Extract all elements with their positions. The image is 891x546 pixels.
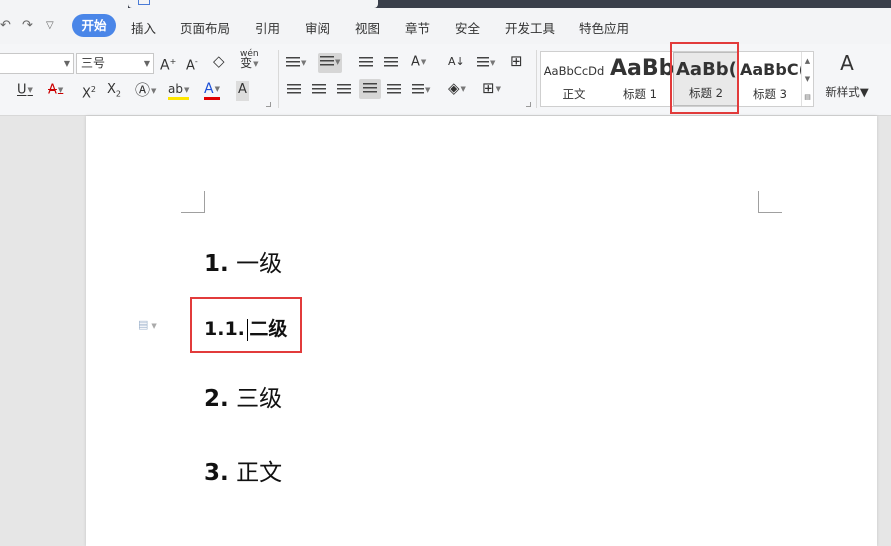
grow-font-icon[interactable]: A+ bbox=[160, 53, 176, 74]
menu-tab-home[interactable]: 开始 bbox=[72, 14, 116, 37]
menu-bar: ↶ ↷ ▽ 开始 插入 页面布局 引用 审阅 视图 章节 安全 开发工具 特色应… bbox=[0, 8, 891, 44]
style-heading-3[interactable]: AaBbC( 标题 3 bbox=[739, 52, 801, 106]
subscript-icon[interactable]: X2 bbox=[107, 81, 121, 101]
gallery-scroller[interactable]: ▲ ▼ ▤ bbox=[801, 52, 813, 106]
menu-tab-references[interactable]: 引用 bbox=[255, 18, 280, 37]
scroll-up-icon[interactable]: ▲ bbox=[802, 52, 813, 70]
style-preview: AaBb bbox=[610, 56, 673, 81]
show-marks-icon[interactable]: ⊞ bbox=[510, 52, 523, 72]
highlight-box-heading-2 bbox=[670, 42, 739, 114]
underline-icon[interactable]: U▼ bbox=[17, 81, 33, 101]
redo-icon[interactable]: ↷ bbox=[22, 18, 33, 33]
line-spacing-menu-icon[interactable]: ▼ bbox=[477, 54, 495, 74]
font-name-combo[interactable]: ▼ bbox=[0, 53, 74, 74]
margin-corner-top-left bbox=[181, 191, 205, 213]
style-preview: AaBbCcDd bbox=[543, 64, 605, 78]
new-style-label: 新样式 bbox=[825, 85, 860, 99]
new-style-button[interactable]: A 新样式▼ bbox=[822, 52, 872, 100]
style-normal[interactable]: AaBbCcDd 正文 bbox=[541, 52, 607, 106]
paragraph-handle-icon[interactable]: ▤ ▼ bbox=[138, 318, 157, 332]
shrink-font-icon[interactable]: A- bbox=[186, 53, 198, 73]
chevron-down-icon: ▼ bbox=[143, 59, 150, 68]
style-label: 标题 1 bbox=[623, 87, 657, 101]
phonetic-char: 变 bbox=[240, 56, 253, 70]
separator bbox=[278, 50, 279, 108]
title-bar bbox=[0, 0, 891, 8]
align-center-icon[interactable] bbox=[312, 81, 326, 101]
style-label: 标题 3 bbox=[753, 87, 787, 101]
justify-icon[interactable] bbox=[359, 79, 381, 99]
menu-tab-security[interactable]: 安全 bbox=[455, 18, 480, 37]
menu-tab-view[interactable]: 视图 bbox=[355, 18, 380, 37]
paragraph-dialog-launcher[interactable] bbox=[526, 102, 531, 107]
menu-tab-insert[interactable]: 插入 bbox=[131, 18, 156, 37]
highlight-icon[interactable]: ab▼ bbox=[168, 80, 190, 100]
superscript-icon[interactable]: X2 bbox=[82, 81, 96, 101]
heading-text: 三级 bbox=[236, 386, 283, 412]
font-dialog-launcher[interactable] bbox=[266, 102, 271, 107]
bullet-list-icon[interactable]: ▼ bbox=[286, 54, 306, 74]
borders-icon[interactable]: ⊞▼ bbox=[482, 79, 501, 99]
ribbon: ▼ 三号 ▼ A+ A- ◇ wén 变▼ U▼ A▼ X2 X2 Ⓐ▼ ab▼ A… bbox=[0, 42, 891, 116]
list-number: 2. bbox=[204, 386, 229, 412]
distributed-icon[interactable] bbox=[387, 81, 401, 101]
separator bbox=[536, 50, 537, 108]
list-number: 3. bbox=[204, 460, 229, 486]
body-line[interactable]: 3. 正文 bbox=[204, 453, 282, 487]
align-left-icon[interactable] bbox=[287, 81, 301, 101]
align-right-icon[interactable] bbox=[337, 81, 351, 101]
clear-format-icon[interactable]: ◇ bbox=[213, 52, 225, 72]
line-spacing-icon[interactable]: ▼ bbox=[412, 81, 430, 101]
document-icon bbox=[138, 0, 150, 5]
numbered-list-icon[interactable]: ▼ bbox=[318, 53, 343, 73]
menu-tab-developer[interactable]: 开发工具 bbox=[505, 18, 555, 37]
strikethrough-icon[interactable]: A▼ bbox=[48, 81, 63, 101]
heading-text: 一级 bbox=[236, 251, 283, 277]
heading-3-line[interactable]: 2. 三级 bbox=[204, 379, 282, 413]
menu-tab-review[interactable]: 审阅 bbox=[305, 18, 330, 37]
list-number: 1. bbox=[204, 251, 229, 277]
undo-icon[interactable]: ↶ bbox=[0, 18, 11, 33]
document-tab[interactable] bbox=[128, 0, 378, 8]
text-effect-icon[interactable]: Ⓐ▼ bbox=[135, 81, 156, 101]
increase-indent-icon[interactable] bbox=[384, 54, 398, 74]
scroll-down-icon[interactable]: ▼ bbox=[802, 70, 813, 88]
new-style-icon: A bbox=[840, 51, 854, 75]
style-heading-1[interactable]: AaBb 标题 1 bbox=[607, 52, 673, 106]
heading-text: 正文 bbox=[236, 460, 283, 486]
char-shading-icon[interactable]: A bbox=[236, 81, 249, 101]
quick-access-dropdown-icon[interactable]: ▽ bbox=[46, 20, 54, 31]
font-size-combo[interactable]: 三号 ▼ bbox=[76, 53, 154, 74]
text-direction-icon[interactable]: A▼ bbox=[411, 53, 426, 73]
font-size-value: 三号 bbox=[81, 56, 106, 70]
margin-corner-top-right bbox=[758, 191, 782, 213]
font-color-icon[interactable]: A▼ bbox=[204, 80, 220, 100]
decrease-indent-icon[interactable] bbox=[359, 54, 373, 74]
chevron-down-icon: ▼ bbox=[63, 59, 70, 68]
menu-tab-chapter[interactable]: 章节 bbox=[405, 18, 430, 37]
heading-1-line[interactable]: 1. 一级 bbox=[204, 244, 282, 278]
menu-tab-page-layout[interactable]: 页面布局 bbox=[180, 18, 230, 37]
gallery-expand-icon[interactable]: ▤ bbox=[802, 88, 813, 106]
shading-icon[interactable]: ◈▼ bbox=[448, 79, 466, 99]
highlight-box-heading-line bbox=[190, 297, 302, 353]
sort-icon[interactable]: A↓ bbox=[448, 53, 465, 73]
phonetic-guide-icon[interactable]: wén 变▼ bbox=[240, 50, 259, 70]
menu-tab-special[interactable]: 特色应用 bbox=[579, 18, 629, 37]
style-preview: AaBbC( bbox=[740, 60, 801, 79]
style-label: 正文 bbox=[562, 87, 586, 101]
